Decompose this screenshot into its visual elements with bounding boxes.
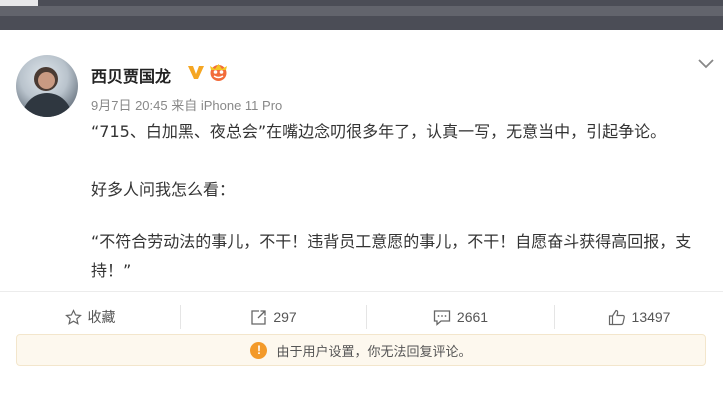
thumbs-up-icon <box>608 309 625 325</box>
browser-top-bar <box>0 0 723 30</box>
avatar[interactable] <box>16 55 78 117</box>
post-paragraph-1: “715、白加黑、夜总会”在嘴边念叨很多年了，认真一写，无意当中，引起争论。 <box>91 122 667 141</box>
avatar-face <box>38 72 55 89</box>
chevron-down-icon[interactable] <box>697 57 715 69</box>
comment-restriction-notice: ! 由于用户设置，你无法回复评论。 <box>16 334 706 366</box>
username[interactable]: 西贝贾国龙 <box>91 63 171 87</box>
like-count: 13497 <box>631 309 671 325</box>
repost-count: 297 <box>273 309 297 325</box>
vip-member-icon[interactable] <box>207 63 230 82</box>
comment-icon <box>433 309 451 326</box>
verified-v-icon <box>188 66 204 79</box>
warning-icon: ! <box>250 341 268 359</box>
comment-count: 2661 <box>456 309 489 325</box>
post-paragraph-3: “不符合劳动法的事儿，不干！违背员工意愿的事儿，不干！自愿奋斗获得高回报，支持！… <box>91 232 692 280</box>
favorite-label: 收藏 <box>87 309 116 325</box>
notice-text: 由于用户设置，你无法回复评论。 <box>276 344 472 360</box>
post-paragraph-2: 好多人问我怎么看： <box>91 180 236 199</box>
post-meta: 9月7日 20:45 来自 iPhone 11 Pro <box>91 98 283 113</box>
star-icon <box>64 308 82 325</box>
avatar-shoulder <box>22 93 72 117</box>
repost-icon <box>251 309 266 325</box>
top-bar-shade <box>0 6 723 16</box>
